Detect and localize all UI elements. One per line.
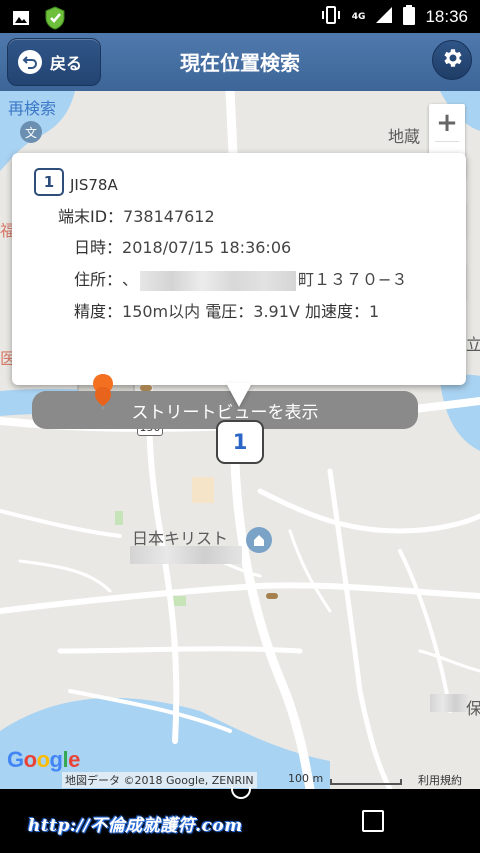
watermark: http://不倫成就護符.com <box>28 816 243 836</box>
terminal-id-row: 端末ID：738147612 <box>58 203 215 227</box>
info-window: 1 JIS78A 端末ID：738147612 日時：2018/07/15 18… <box>12 153 466 429</box>
map-scale-bar <box>330 779 402 785</box>
terminal-id-value: 738147612 <box>123 207 215 226</box>
terms-link[interactable]: 利用規約 <box>418 772 462 788</box>
unit-name: JIS78A <box>70 176 118 194</box>
page-title: 現在位置検索 <box>180 51 300 75</box>
address-suffix: 町１３７０−３ <box>298 270 408 289</box>
info-window-tail <box>226 383 252 407</box>
address-label: 住所： <box>74 270 123 289</box>
accel-value: 1 <box>368 302 380 321</box>
datetime-row: 日時：2018/07/15 18:36:06 <box>74 234 291 258</box>
address-prefix: 、 <box>122 270 139 289</box>
map-label-research: 再検索 <box>8 99 57 118</box>
datetime-label: 日時： <box>74 238 123 257</box>
accel-label: 加速度： <box>304 302 369 321</box>
app-bar: 戻る 現在位置検索 <box>0 33 480 91</box>
location-marker[interactable]: 1 <box>216 420 264 464</box>
redacted-area <box>130 546 242 564</box>
status-bar: 4G 18:36 <box>0 0 480 33</box>
clock: 18:36 <box>425 7 468 26</box>
map-attribution: 地図データ ©2018 Google, ZENRIN <box>62 772 257 788</box>
network-type: 4G <box>351 12 366 22</box>
voltage-value: 3.91V <box>253 302 300 321</box>
address-redacted <box>140 270 297 291</box>
zoom-in-button[interactable]: + <box>429 104 465 141</box>
battery-icon <box>403 5 416 29</box>
voltage-label: 電圧： <box>205 302 254 321</box>
redacted-area <box>430 694 468 712</box>
map-pin-icon <box>92 373 114 415</box>
address-row: 住所：、 町１３７０−３ <box>74 266 407 291</box>
vibrate-icon <box>320 6 342 28</box>
map-label-ritsu: 立 <box>466 335 480 354</box>
gear-icon <box>440 46 464 74</box>
terminal-id-label: 端末ID： <box>58 207 124 226</box>
bridge-icon <box>266 593 278 599</box>
recents-button[interactable] <box>362 810 384 832</box>
precision-label: 精度： <box>74 302 123 321</box>
datetime-value: 2018/07/15 18:36:06 <box>122 238 292 257</box>
home-button[interactable] <box>231 787 251 799</box>
signal-icon <box>375 6 393 28</box>
bridge-icon <box>140 385 152 391</box>
map-label-yasu: 保 <box>466 699 480 718</box>
map-label-jizo: 地蔵 <box>388 127 421 146</box>
map-scale-label: 100 m <box>288 772 324 785</box>
precision-value: 150m以内 <box>122 302 201 321</box>
google-logo: Google <box>7 747 80 772</box>
shield-icon <box>44 6 66 34</box>
settings-button[interactable] <box>432 40 472 80</box>
nav-bar: http://不倫成就護符.com <box>0 787 480 853</box>
school-icon: 文 <box>20 121 42 143</box>
map-view[interactable]: 再検索 地蔵 福 医院 立 文 150 日本キリスト 保 + − 1 JIS78… <box>0 91 480 789</box>
image-icon <box>12 10 30 30</box>
church-icon <box>246 527 272 553</box>
status-row: 精度：150m以内 電圧：3.91V 加速度：1 <box>74 298 379 322</box>
unit-badge: 1 <box>34 168 64 196</box>
